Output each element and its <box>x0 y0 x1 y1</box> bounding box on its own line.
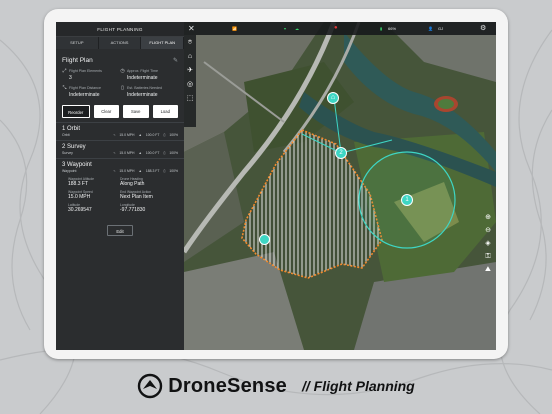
plan-element-orbit[interactable]: 1 Orbit Orbit ⌁ 15.0 MPH ▲ 100.0 FT ▯ 100% <box>56 122 184 140</box>
speed-icon: ⌁ <box>113 133 116 137</box>
survey-center-marker[interactable] <box>259 234 270 245</box>
reorder-button[interactable]: Reorder <box>62 105 90 118</box>
tab-bar: SETUP ACTIONS FLIGHT PLAN <box>56 37 185 49</box>
route-icon: ⤢ <box>62 68 67 74</box>
dronesense-logo-icon <box>138 373 163 399</box>
stat-value: Indeterminate <box>127 92 158 98</box>
pencil-icon[interactable]: ✎ <box>173 57 178 64</box>
battery-status-icon: ▮ <box>380 26 383 31</box>
speed-icon: ⌁ <box>113 169 116 173</box>
element-battery: 100% <box>169 151 178 155</box>
flight-planning-panel: FLIGHT PLANNING SETUP ACTIONS FLIGHT PLA… <box>56 22 185 350</box>
tab-flight-plan[interactable]: FLIGHT PLAN <box>141 37 185 49</box>
map-imagery <box>184 22 496 350</box>
speed-icon: ⌁ <box>113 151 116 155</box>
edit-button[interactable]: Edit <box>107 225 133 236</box>
stat-value: 3 <box>69 75 72 81</box>
stat-elements: ⤢ Flight Plan Elements 3 <box>62 68 120 81</box>
brand-name: DroneSense <box>168 374 287 397</box>
plan-action-buttons: Reorder Clear Save Load <box>56 99 184 122</box>
home-marker[interactable]: ⌂ <box>327 92 339 104</box>
battery-icon: ▯ <box>163 151 166 155</box>
waypoint-altitude-value: 188.3 FT <box>68 181 89 187</box>
satellite-map[interactable]: ⌂ 1 2 ✕ 📶 ▾ ☁ ● ▮ 66% 👤 GJ ⚙ ⌾ ⌂ ✈ ◎ ⬚ ⊕ <box>184 22 496 350</box>
stat-value: Indeterminate <box>69 92 100 98</box>
end-action-value: Next Plan Item <box>120 194 153 200</box>
home-icon[interactable]: ⌂ <box>185 53 195 61</box>
drone-heading-value: Along Path <box>120 181 145 187</box>
load-button[interactable]: Load <box>152 105 178 118</box>
waypoint-speed-value: 15.0 MPH <box>68 194 91 200</box>
stat-flight-time: ◷ Approx. Flight Time Indeterminate <box>120 68 178 81</box>
brand-tagline: // Flight Planning <box>301 378 415 394</box>
orbit-tool-icon[interactable]: ◎ <box>185 81 195 89</box>
battery-percent: 66% <box>388 26 397 31</box>
element-speed: 15.0 MPH <box>119 133 135 137</box>
record-indicator-icon: ● <box>334 25 338 31</box>
signal-icon: 📶 <box>232 26 237 31</box>
location-pin-icon[interactable]: ⌾ <box>185 39 195 47</box>
map-toolbar: ⌾ ⌂ ✈ ◎ ⬚ <box>184 35 196 127</box>
flight-plan-stats: ⤢ Flight Plan Elements 3 ◷ Approx. Flight … <box>56 67 184 99</box>
app-screen: FLIGHT PLANNING SETUP ACTIONS FLIGHT PLA… <box>56 22 496 350</box>
altitude-icon: ▲ <box>138 169 142 173</box>
element-speed: 15.0 MPH <box>119 169 135 173</box>
tab-actions[interactable]: ACTIONS <box>99 37 142 49</box>
map-zoom-controls: ⊕ ⊖ ◈ ⚿ ⛰ <box>483 214 493 274</box>
stat-distance: ⤡ Flight Plan Distance Indeterminate <box>62 85 120 98</box>
altitude-icon: ▲ <box>138 151 142 155</box>
close-icon[interactable]: ✕ <box>188 22 195 35</box>
element-title: 1 Orbit <box>62 126 81 132</box>
element-altitude: 100.0 FT <box>145 133 160 137</box>
element-type: Orbit <box>62 133 70 137</box>
element-title: 3 Waypoint <box>62 162 92 168</box>
element-battery: 100% <box>169 169 178 173</box>
zoom-in-icon[interactable]: ⊕ <box>485 214 491 222</box>
brand-footer: DroneSense // Flight Planning <box>0 366 552 406</box>
user-initials[interactable]: GJ <box>438 22 443 35</box>
battery-icon: ▯ <box>163 169 166 173</box>
altitude-icon: ▲ <box>138 133 142 137</box>
cloud-icon: ☁ <box>295 26 299 31</box>
distance-icon: ⤡ <box>62 85 67 91</box>
save-button[interactable]: Save <box>123 105 149 118</box>
longitude-value: -97.771830 <box>120 207 146 213</box>
element-altitude: 188.3 FT <box>145 169 160 173</box>
battery-icon: ▯ <box>121 85 124 91</box>
wifi-icon: ▾ <box>284 26 287 31</box>
zoom-out-icon[interactable]: ⊖ <box>485 227 491 235</box>
panel-title: FLIGHT PLANNING <box>56 22 184 37</box>
map-marker-orbit[interactable]: 1 <box>401 194 413 206</box>
clear-button[interactable]: Clear <box>93 105 119 118</box>
element-altitude: 100.0 FT <box>145 151 160 155</box>
element-speed: 15.0 MPH <box>119 151 135 155</box>
element-battery: 100% <box>169 133 178 137</box>
map-marker-survey[interactable]: 2 <box>335 147 347 159</box>
tab-setup[interactable]: SETUP <box>56 37 99 49</box>
terrain-icon[interactable]: ⛰ <box>485 266 491 274</box>
plan-element-survey[interactable]: 2 Survey Survey ⌁ 15.0 MPH ▲ 100.0 FT ▯ 100… <box>56 140 184 158</box>
user-icon[interactable]: 👤 <box>428 22 433 35</box>
compass-icon[interactable]: ◈ <box>485 240 490 248</box>
element-title: 2 Survey <box>62 144 86 150</box>
plan-element-waypoint[interactable]: 3 Waypoint Waypoint ⌁ 15.0 MPH ▲ 188.3 FT … <box>56 158 184 241</box>
area-tool-icon[interactable]: ⬚ <box>185 95 195 103</box>
flight-plan-header: Flight Plan ✎ <box>56 49 184 67</box>
element-type: Survey <box>62 151 73 155</box>
status-bar: ✕ 📶 ▾ ☁ ● ▮ 66% 👤 GJ ⚙ <box>184 22 496 35</box>
waypoint-details: Waypoint Altitude 188.3 FT Drone Heading A… <box>62 173 178 215</box>
clock-icon: ◷ <box>120 68 125 74</box>
latitude-value: 30.269547 <box>68 207 92 213</box>
stat-value: Indeterminate <box>127 75 158 81</box>
stat-batteries: ▯ Est. Batteries Needed Indeterminate <box>120 85 178 98</box>
element-type: Waypoint <box>62 169 77 173</box>
lock-icon[interactable]: ⚿ <box>485 253 490 261</box>
flight-plan-title: Flight Plan <box>62 57 93 64</box>
drone-icon[interactable]: ✈ <box>185 67 195 75</box>
battery-icon: ▯ <box>163 133 166 137</box>
settings-gear-icon[interactable]: ⚙ <box>480 22 486 35</box>
